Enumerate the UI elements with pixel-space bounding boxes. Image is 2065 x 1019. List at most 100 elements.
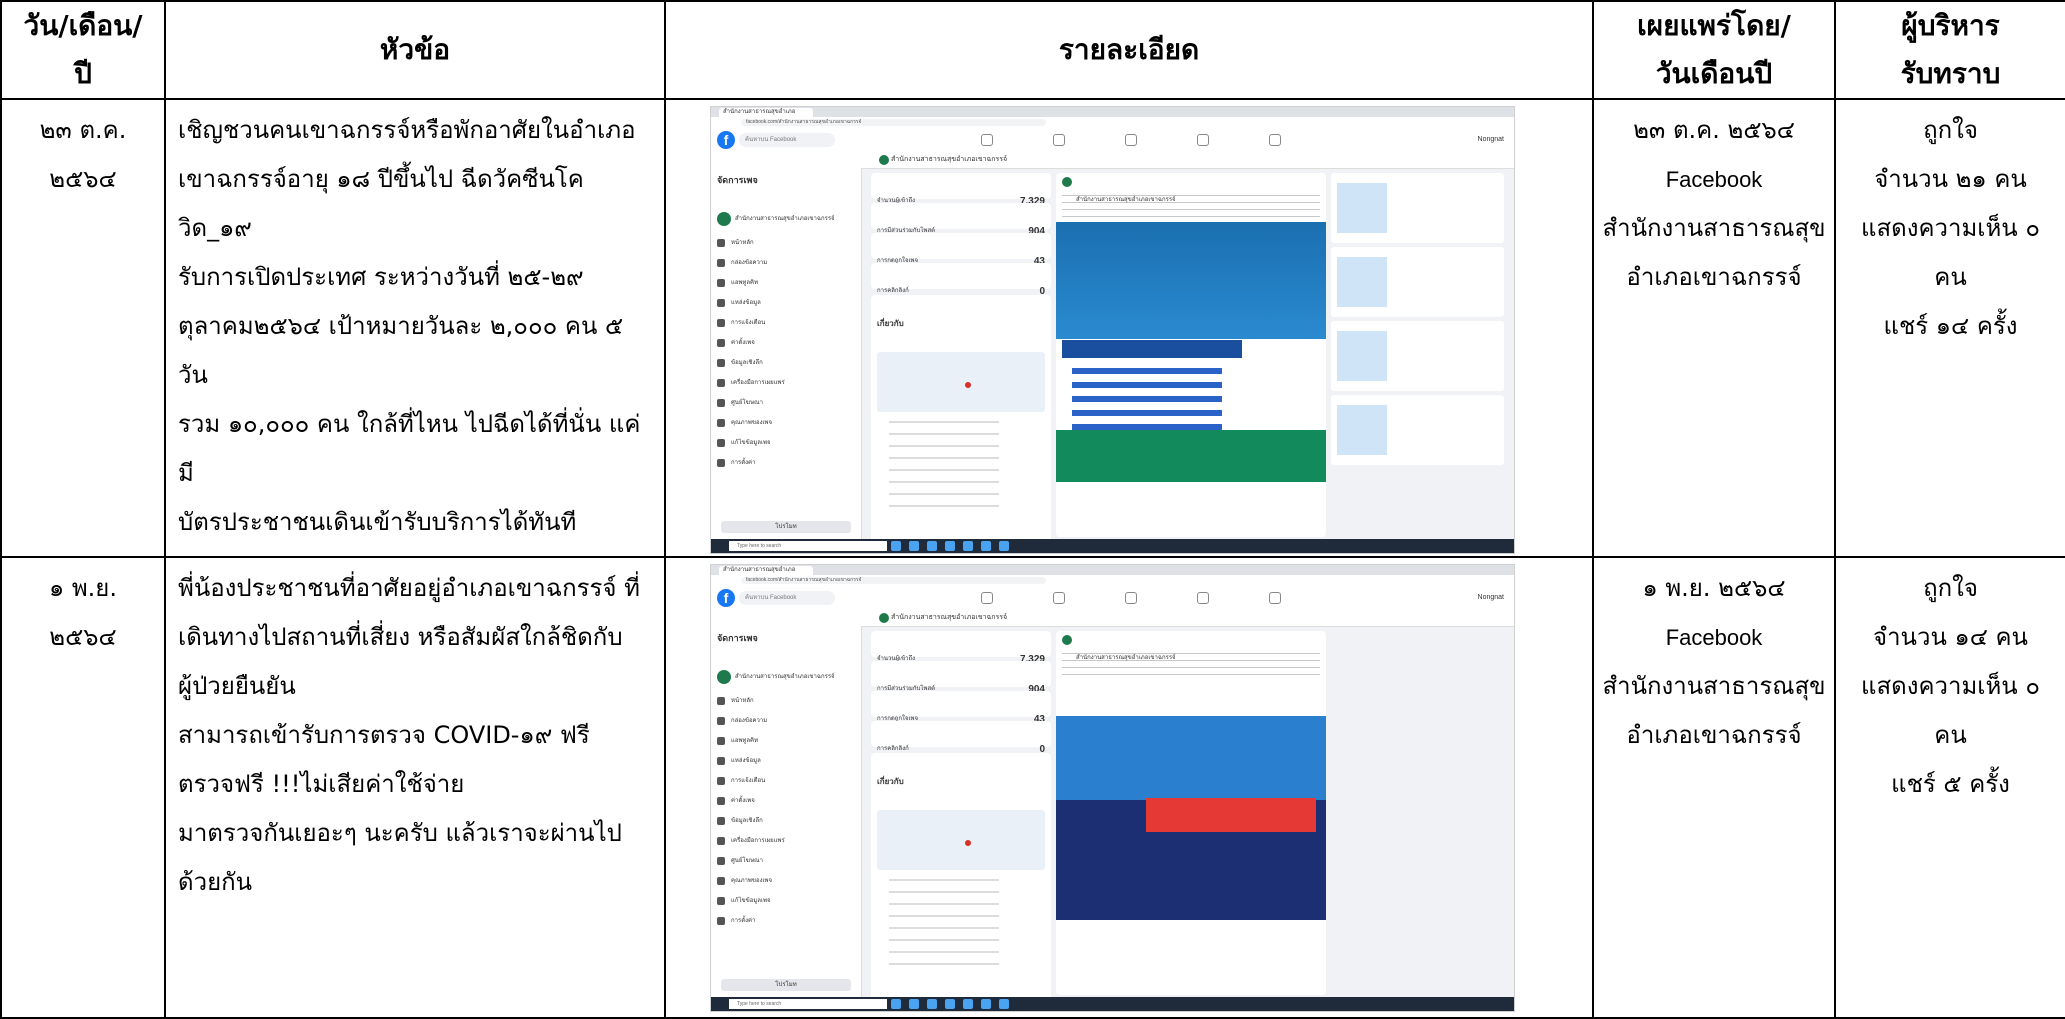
insights-column: จำนวนผู้เข้าถึง 7,329 การมีส่วนร่วมกับโพส… bbox=[871, 173, 1051, 545]
facebook-logo-icon: f bbox=[717, 131, 735, 149]
menu-item: แอพทูลคิท bbox=[711, 731, 861, 751]
menu-item: หน้าหลัก bbox=[711, 233, 861, 253]
menu-item: แก้ไขข้อมูลเพจ bbox=[711, 433, 861, 453]
menu-item: การตั้งค่า bbox=[711, 453, 861, 473]
about-title: เกี่ยวกับ bbox=[877, 319, 904, 328]
menu-item: ข้อมูลเชิงลึก bbox=[711, 811, 861, 831]
menu-item: เครื่องมือการเผยแพร่ bbox=[711, 373, 861, 393]
menu-item: หน้าหลัก bbox=[711, 691, 861, 711]
windows-taskbar: Type here to search bbox=[711, 539, 1514, 553]
promote-button: โปรโมท bbox=[721, 979, 851, 991]
related-posts bbox=[1331, 173, 1504, 537]
facebook-search: ค้นหาบน Facebook bbox=[739, 133, 835, 147]
header-published: เผยแพร่โดย/วันเดือนปี bbox=[1592, 0, 1836, 100]
row-topic: พี่น้องประชาชนที่อาศัยอยู่อำเภอเขาฉกรรจ์… bbox=[164, 556, 666, 1019]
page-avatar-icon bbox=[717, 212, 731, 226]
row-date: ๒๓ ต.ค. ๒๕๖๔ bbox=[0, 98, 166, 558]
row-published: ๒๓ ต.ค. ๒๕๖๔ Facebook สำนักงานสาธารณสุข … bbox=[1592, 98, 1836, 558]
taskbar-search: Type here to search bbox=[729, 541, 887, 551]
menu-item: การตั้งค่า bbox=[711, 911, 861, 931]
menu-item: คุณภาพของเพจ bbox=[711, 413, 861, 433]
header-topic: หัวข้อ bbox=[164, 0, 666, 100]
menu-item: ศูนย์โฆษณา bbox=[711, 393, 861, 413]
facebook-topbar: f ค้นหาบน Facebook Nongnat bbox=[711, 128, 1514, 153]
windows-taskbar: Type here to search bbox=[711, 997, 1514, 1011]
facebook-nav-icons bbox=[981, 134, 1281, 146]
post-text-lines bbox=[1062, 192, 1320, 218]
menu-item: การแจ้งเตือน bbox=[711, 313, 861, 333]
stat-card: การกดถูกใจเพจ 43 bbox=[871, 233, 1051, 267]
page-selector: สำนักงานสาธารณสุขอำเภอเขาฉกรรจ์ bbox=[717, 669, 855, 685]
stat-card: การกดถูกใจเพจ 43 bbox=[871, 691, 1051, 725]
row-topic: เชิญชวนคนเขาฉกรรจ์หรือพักอาศัยในอำเภอ เข… bbox=[164, 98, 666, 558]
post-author: สำนักงานสาธารณสุขอำเภอเขาฉกรรจ์ bbox=[1056, 173, 1326, 203]
header-row: วัน/เดือน/ปี หัวข้อ รายละเอียด เผยแพร่โด… bbox=[0, 0, 2065, 100]
facebook-nav-icons bbox=[981, 592, 1281, 604]
header-details: รายละเอียด bbox=[664, 0, 1594, 100]
browser-tab: สำนักงานสาธารณสุขอำเภอ bbox=[719, 108, 813, 117]
page-header: สำนักงานสาธารณสุขอำเภอเขาฉกรรจ์ bbox=[861, 152, 1514, 169]
facebook-user: Nongnat bbox=[1477, 136, 1504, 143]
page-avatar-icon bbox=[717, 670, 731, 684]
menu-item: ข้อมูลเชิงลึก bbox=[711, 353, 861, 373]
browser-tab: สำนักงานสาธารณสุขอำเภอ bbox=[719, 566, 813, 575]
menu-item: ค่าตั้งเพจ bbox=[711, 333, 861, 353]
row-detail: สำนักงานสาธารณสุขอำเภอ facebook.com/สำนั… bbox=[664, 556, 1594, 1019]
stat-card: การมีส่วนร่วมกับโพสต์ 904 bbox=[871, 661, 1051, 695]
page-manage-sidebar: จัดการเพจ สำนักงานสาธารณสุขอำเภอเขาฉกรรจ… bbox=[711, 610, 862, 997]
stat-card: การคลิกลิงก์ 0 bbox=[871, 721, 1051, 755]
row-detail: สำนักงานสาธารณสุขอำเภอ facebook.com/สำนั… bbox=[664, 98, 1594, 558]
menu-item: แอพทูลคิท bbox=[711, 273, 861, 293]
stat-card: การมีส่วนร่วมกับโพสต์ 904 bbox=[871, 203, 1051, 237]
facebook-user: Nongnat bbox=[1477, 594, 1504, 601]
table-row: ๒๓ ต.ค. ๒๕๖๔ เชิญชวนคนเขาฉกรรจ์หรือพักอาศ… bbox=[0, 98, 2065, 558]
post-author: สำนักงานสาธารณสุขอำเภอเขาฉกรรจ์ bbox=[1056, 631, 1326, 661]
facebook-search: ค้นหาบน Facebook bbox=[739, 591, 835, 605]
map-thumbnail bbox=[877, 810, 1045, 870]
taskbar-icons bbox=[891, 541, 1051, 551]
menu-item: แหล่งข้อมูล bbox=[711, 751, 861, 771]
menu-item: กล่องข้อความ bbox=[711, 711, 861, 731]
menu-item: การแจ้งเตือน bbox=[711, 771, 861, 791]
menu-item: กล่องข้อความ bbox=[711, 253, 861, 273]
browser-url: facebook.com/สำนักงานสาธารณสุขอำเภอเขาฉก… bbox=[741, 119, 1046, 126]
facebook-screenshot: สำนักงานสาธารณสุขอำเภอ facebook.com/สำนั… bbox=[710, 564, 1515, 1012]
menu-item: ศูนย์โฆษณา bbox=[711, 851, 861, 871]
covid-test-poster-image bbox=[1056, 680, 1326, 920]
row-acknowledged: ถูกใจ จำนวน ๑๔ คน แสดงความเห็น ๐ คน แชร์… bbox=[1834, 556, 2065, 1019]
report-table: วัน/เดือน/ปี หัวข้อ รายละเอียด เผยแพร่โด… bbox=[0, 0, 2065, 1019]
row-acknowledged: ถูกใจ จำนวน ๒๑ คน แสดงความเห็น ๐ คน แชร์… bbox=[1834, 98, 2065, 558]
stat-card: การคลิกลิงก์ 0 bbox=[871, 263, 1051, 297]
menu-item: คุณภาพของเพจ bbox=[711, 871, 861, 891]
browser-url: facebook.com/สำนักงานสาธารณสุขอำเภอเขาฉก… bbox=[741, 577, 1046, 584]
header-acknowledged: ผู้บริหาร รับทราบ bbox=[1834, 0, 2065, 100]
post-text-lines bbox=[1062, 650, 1320, 676]
about-card: เกี่ยวกับ bbox=[871, 753, 1051, 1003]
menu-item: แหล่งข้อมูล bbox=[711, 293, 861, 313]
vaccine-poster-image bbox=[1056, 222, 1326, 482]
facebook-topbar: f ค้นหาบน Facebook Nongnat bbox=[711, 586, 1514, 611]
page-header: สำนักงานสาธารณสุขอำเภอเขาฉกรรจ์ bbox=[861, 610, 1514, 627]
table-row: ๑ พ.ย. ๒๕๖๔ พี่น้องประชาชนที่อาศัยอยู่อำเ… bbox=[0, 556, 2065, 1019]
facebook-screenshot: สำนักงานสาธารณสุขอำเภอ facebook.com/สำนั… bbox=[710, 106, 1515, 554]
post-card: สำนักงานสาธารณสุขอำเภอเขาฉกรรจ์ bbox=[1056, 631, 1326, 995]
row-published: ๑ พ.ย. ๒๕๖๔ Facebook สำนักงานสาธารณสุข อ… bbox=[1592, 556, 1836, 1019]
about-title: เกี่ยวกับ bbox=[877, 777, 904, 786]
stat-card: จำนวนผู้เข้าถึง 7,329 bbox=[871, 631, 1051, 665]
insights-column: จำนวนผู้เข้าถึง 7,329 การมีส่วนร่วมกับโพส… bbox=[871, 631, 1051, 1003]
page-selector: สำนักงานสาธารณสุขอำเภอเขาฉกรรจ์ bbox=[717, 211, 855, 227]
taskbar-icons bbox=[891, 999, 1051, 1009]
menu-item: แก้ไขข้อมูลเพจ bbox=[711, 891, 861, 911]
related-posts bbox=[1331, 631, 1504, 995]
row-date: ๑ พ.ย. ๒๕๖๔ bbox=[0, 556, 166, 1019]
browser-tabbar: สำนักงานสาธารณสุขอำเภอ bbox=[711, 565, 1514, 575]
stat-card: จำนวนผู้เข้าถึง 7,329 bbox=[871, 173, 1051, 207]
page-manage-sidebar: จัดการเพจ สำนักงานสาธารณสุขอำเภอเขาฉกรรจ… bbox=[711, 152, 862, 539]
browser-tabbar: สำนักงานสาธารณสุขอำเภอ bbox=[711, 107, 1514, 117]
promote-button: โปรโมท bbox=[721, 521, 851, 533]
about-card: เกี่ยวกับ bbox=[871, 295, 1051, 545]
taskbar-search: Type here to search bbox=[729, 999, 887, 1009]
post-card: สำนักงานสาธารณสุขอำเภอเขาฉกรรจ์ bbox=[1056, 173, 1326, 537]
facebook-logo-icon: f bbox=[717, 589, 735, 607]
map-thumbnail bbox=[877, 352, 1045, 412]
